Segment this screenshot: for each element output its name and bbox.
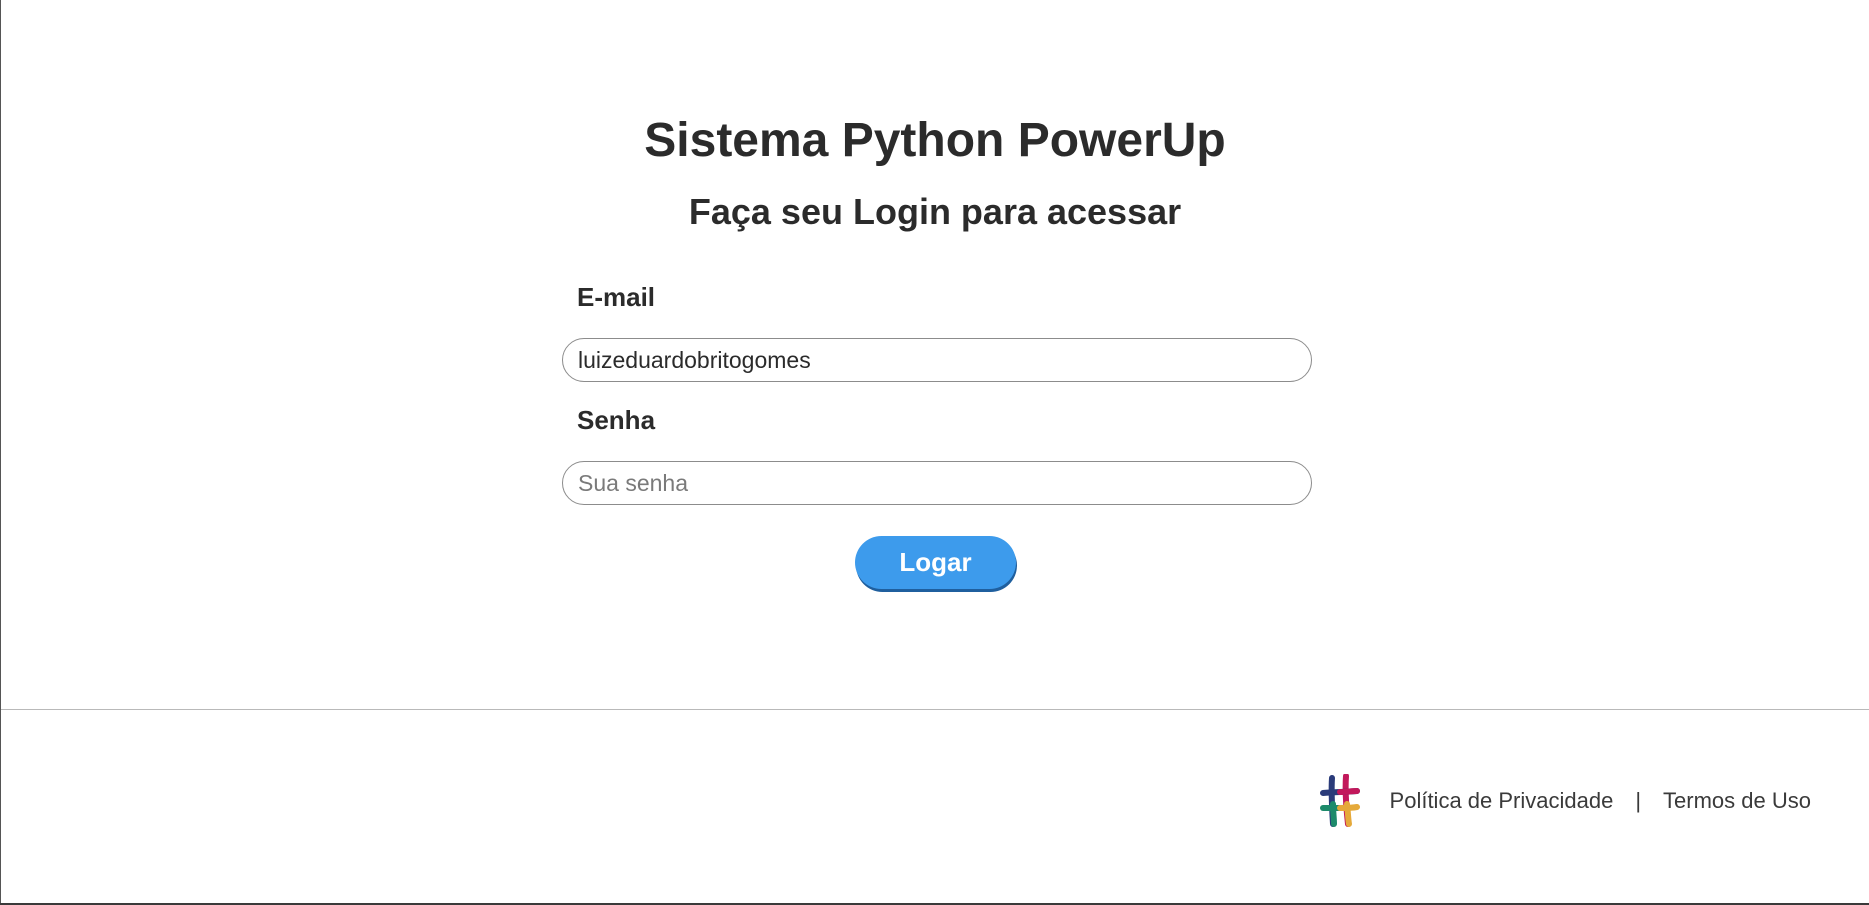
footer-links: Política de Privacidade | Termos de Uso — [1319, 774, 1811, 828]
footer-separator: | — [1635, 788, 1642, 813]
password-field[interactable] — [562, 461, 1312, 505]
terms-of-use-link[interactable]: Termos de Uso — [1663, 788, 1811, 814]
email-field[interactable] — [562, 338, 1312, 382]
footer: Política de Privacidade | Termos de Uso — [1, 710, 1869, 903]
password-label: Senha — [577, 405, 656, 435]
page-title: Sistema Python PowerUp — [644, 114, 1226, 167]
login-page: Sistema Python PowerUp Faça seu Login pa… — [0, 0, 1869, 903]
page-subtitle: Faça seu Login para acessar — [688, 191, 1182, 232]
email-label: E-mail — [577, 282, 656, 312]
hashtag-logo-icon — [1319, 774, 1360, 827]
login-button[interactable]: Logar — [855, 536, 1016, 589]
privacy-policy-link[interactable]: Política de Privacidade — [1390, 788, 1614, 814]
login-section: Sistema Python PowerUp Faça seu Login pa… — [1, 0, 1869, 709]
